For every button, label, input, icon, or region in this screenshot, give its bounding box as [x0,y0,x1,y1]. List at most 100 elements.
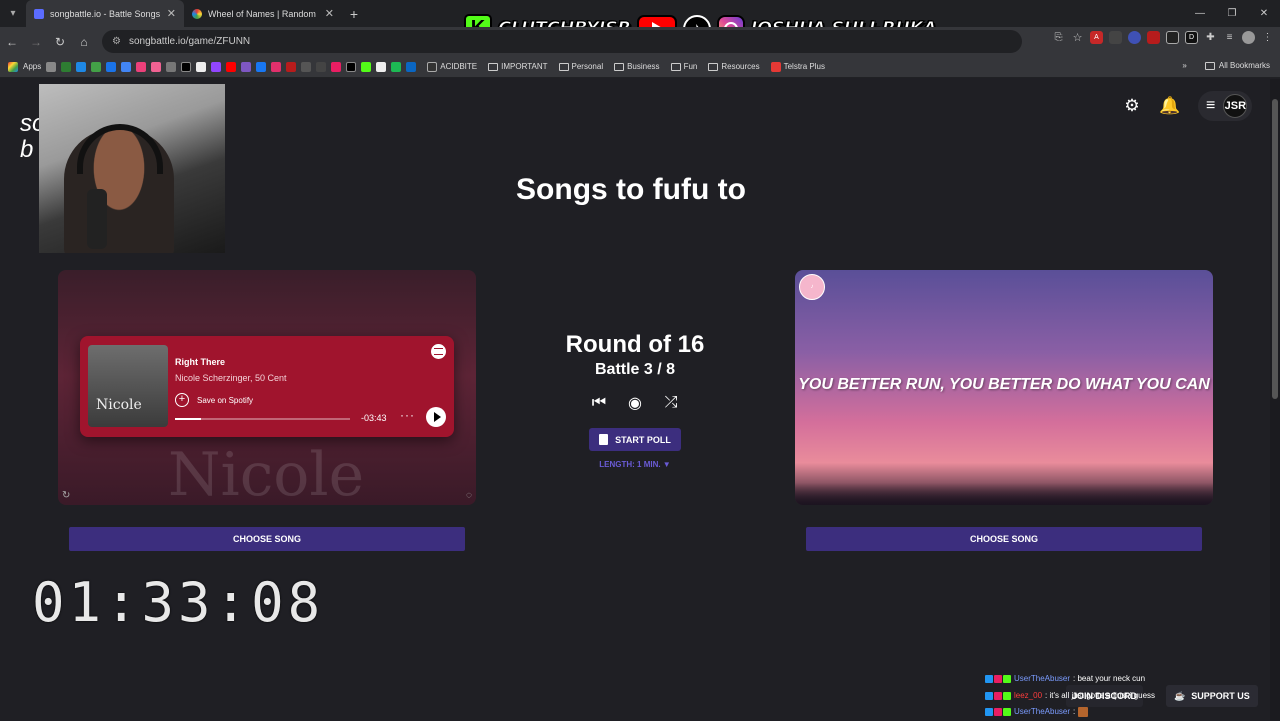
settings-gear-icon[interactable]: ⚙ [1122,96,1142,116]
save-on-spotify-button[interactable]: + Save on Spotify [175,393,253,407]
battle-actions: ⏮ ◉ ⤮ [520,394,750,412]
browser-menu-icon[interactable]: ⋮ [1261,31,1274,44]
home-icon[interactable]: ⌂ [72,27,96,56]
tab-wheel-of-names[interactable]: Wheel of Names | Random nam ✕ [184,0,342,27]
bookmark-folder-resources[interactable]: Resources [708,62,760,71]
pdf-extension-icon[interactable] [1147,31,1160,44]
kick-bookmark-icon[interactable] [361,61,372,72]
header-actions: ⚙ 🔔 ≡ JSR [1122,91,1252,121]
stream-chat-overlay: UserTheAbuser : beat your neck cun leez_… [985,671,1185,721]
bookmark-icon[interactable] [301,61,312,72]
chat-message: leez_00 : it's all just gotta adjust i g… [985,688,1185,705]
twitch-bookmark-icon[interactable] [211,61,222,72]
bookmark-folder-personal[interactable]: Personal [558,62,603,71]
close-tab-icon[interactable]: ✕ [167,7,176,20]
reading-list-icon[interactable]: ≡ [1223,31,1236,44]
bookmark-icon[interactable] [316,61,327,72]
bookmark-star-icon[interactable]: ☆ [1071,31,1084,44]
song-artist[interactable]: Nicole Scherzinger, 50 Cent [175,373,287,383]
bookmark-folder-fun[interactable]: Fun [670,62,697,71]
bookmark-icon[interactable] [241,61,252,72]
spotify-embed-player: Nicole Right There Nicole Scherzinger, 5… [80,336,454,437]
shuffle-icon[interactable]: ⤮ [662,394,680,412]
choose-song-left-button[interactable]: CHOOSE SONG [69,527,465,551]
new-tab-icon[interactable]: + [342,0,366,27]
close-window-icon[interactable]: ✕ [1248,0,1280,27]
spotify-logo-icon[interactable] [431,344,446,359]
address-bar[interactable]: ⚙ songbattle.io/game/ZFUNN [102,30,1022,53]
linkedin-bookmark-icon[interactable] [406,61,417,72]
bookmark-icon[interactable] [151,61,162,72]
tiktok-bookmark-icon[interactable] [181,61,192,72]
previous-battle-icon[interactable]: ⏮ [590,394,608,412]
bookmark-folder-business[interactable]: Business [614,62,660,71]
headset-shape [77,124,163,174]
plus-circle-icon: + [175,393,189,407]
close-tab-icon[interactable]: ✕ [325,7,334,20]
bookmark-icon[interactable] [76,61,87,72]
bookmark-icon[interactable] [61,61,72,72]
game-title: Songs to fufu to [516,173,746,206]
vpn-extension-icon[interactable] [1128,31,1141,44]
notifications-bell-icon[interactable]: 🔔 [1159,96,1180,116]
install-app-icon[interactable]: ⎘ [1052,31,1065,44]
bookmark-icon[interactable] [391,61,402,72]
all-bookmarks[interactable]: » All Bookmarks [1182,61,1270,70]
bookmark-icon[interactable] [106,61,117,72]
poll-length-select[interactable]: LENGTH: 1 MIN. ▼ [520,460,750,469]
apps-bookmark[interactable]: Apps [23,62,41,71]
folder-icon [614,62,625,71]
songbattle-favicon-icon [34,8,44,19]
page-scrollbar[interactable] [1270,79,1280,720]
extension-icon[interactable] [1109,31,1122,44]
extension-icon[interactable] [1166,31,1179,44]
bookmark-folder-important[interactable]: IMPORTANT [488,62,548,71]
reload-icon[interactable]: ↻ [48,27,72,56]
song-title[interactable]: Right There [175,357,225,367]
instagram-bookmark-icon[interactable] [271,61,282,72]
tab-songbattle[interactable]: songbattle.io - Battle Songs ag ✕ [26,0,184,27]
bookmark-icon[interactable] [331,61,342,72]
adblock-extension-icon[interactable]: A [1090,31,1103,44]
scrollbar-thumb[interactable] [1272,99,1278,399]
playback-progress-bar[interactable] [175,418,350,420]
bookmark-icon[interactable] [46,61,57,72]
coin-vote-icon[interactable]: ◉ [626,394,644,412]
bookmark-icon[interactable] [91,61,102,72]
channel-logo-icon[interactable]: ♪ [799,274,825,300]
bookmark-icon[interactable] [196,61,207,72]
telstra-icon [770,61,781,72]
chat-message: UserTheAbuser : beat your neck cun [985,671,1185,688]
start-poll-button[interactable]: START POLL [589,428,681,451]
more-options-icon[interactable]: ··· [400,408,415,422]
url-text: songbattle.io/game/ZFUNN [128,36,251,47]
user-menu-button[interactable]: ≡ JSR [1198,91,1252,121]
extension-icon[interactable]: D [1185,31,1198,44]
bookmark-folder-acidbite[interactable]: ACIDBITE [427,61,477,72]
choose-song-right-button[interactable]: CHOOSE SONG [806,527,1202,551]
hide-eye-icon[interactable]: ◌ [466,490,472,501]
folder-icon [488,62,499,71]
tab-search-icon[interactable]: ▾ [0,0,26,27]
x-bookmark-icon[interactable] [346,61,357,72]
bookmark-icon[interactable] [286,61,297,72]
back-arrow-icon[interactable]: ← [0,27,24,56]
refresh-icon[interactable]: ↻ [62,490,70,501]
extensions-puzzle-icon[interactable]: ✚ [1204,31,1217,44]
video-lyric-text: YOU BETTER RUN, YOU BETTER DO WHAT YOU C… [798,376,1210,393]
bookmark-telstra-plus[interactable]: Telstra Plus [770,61,825,72]
bookmark-icon[interactable] [376,61,387,72]
bookmark-icon[interactable] [166,61,177,72]
chat-message: UserTheAbuser : [985,704,1185,721]
site-info-icon[interactable]: ⚙ [112,36,121,47]
youtube-bookmark-icon[interactable] [226,61,237,72]
webcam-overlay [39,84,225,253]
forward-arrow-icon[interactable]: → [24,27,48,56]
minimize-icon[interactable]: — [1184,0,1216,27]
profile-avatar-icon[interactable] [1242,31,1255,44]
facebook-bookmark-icon[interactable] [256,61,267,72]
bookmark-icon[interactable] [121,61,132,72]
play-button[interactable] [426,407,446,427]
restore-icon[interactable]: ❐ [1216,0,1248,27]
bookmark-icon[interactable] [136,61,147,72]
